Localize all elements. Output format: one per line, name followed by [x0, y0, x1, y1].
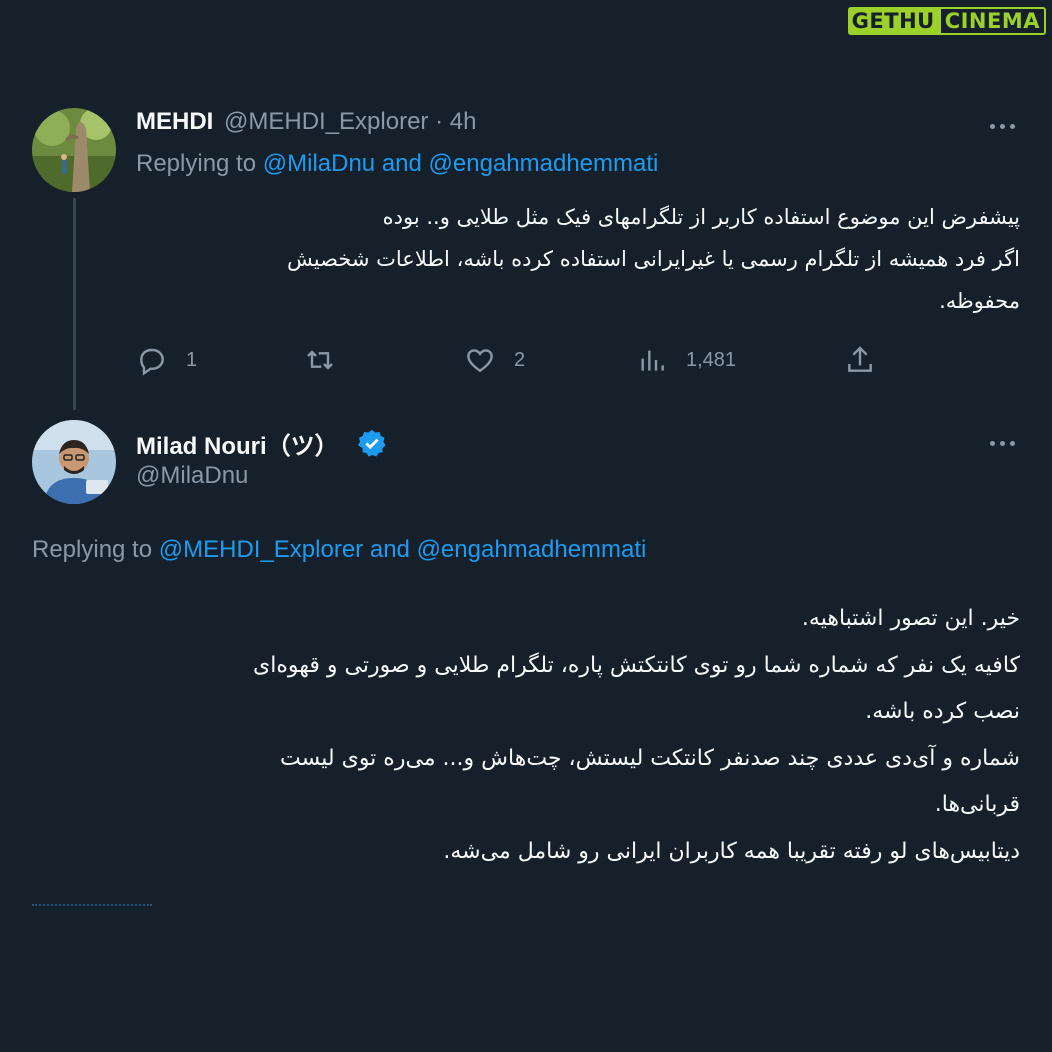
views-chart-icon	[641, 350, 664, 371]
share-icon	[848, 346, 872, 372]
like-button[interactable]: 2	[464, 344, 525, 376]
replying-to: Replying to @MilaDnu and @engahmadhemmat…	[136, 150, 659, 177]
avatar[interactable]	[32, 108, 116, 192]
retweet-button[interactable]	[304, 344, 354, 376]
views-button[interactable]: 1,481	[636, 344, 736, 376]
author-name[interactable]: MEHDI	[136, 108, 213, 136]
tweet-thread: GETHU CINEMA MEHDI @MEHDI_Explorer · 4h R…	[0, 0, 1052, 1052]
watermark-logo: GETHU CINEMA	[847, 6, 1046, 36]
more-options-icon[interactable]	[990, 124, 1015, 129]
reply-button[interactable]: 1	[136, 344, 197, 376]
mention-link[interactable]: @engahmadhemmati	[429, 150, 659, 177]
reply-icon	[140, 348, 164, 376]
heart-icon	[467, 349, 493, 373]
retweet-icon	[307, 350, 333, 370]
tweet-text: خیر. این تصور اشتباهیه. کافیه یک نفر که …	[253, 606, 1020, 864]
tweet-actions: 1 2 1,481	[136, 344, 896, 384]
share-button[interactable]	[844, 344, 876, 376]
mention-link[interactable]: @MilaDnu	[263, 150, 375, 177]
author-handle[interactable]: @MilaDnu	[136, 462, 248, 490]
verified-badge-icon	[357, 428, 387, 458]
replying-to: Replying to @MEHDI_Explorer and @engahma…	[32, 536, 647, 563]
thread-connector	[73, 198, 76, 410]
truncated-link	[32, 904, 152, 910]
avatar[interactable]	[32, 420, 116, 504]
more-options-icon[interactable]	[990, 441, 1015, 446]
tweet-text: پیشفرض این موضوع استفاده کاربر از تلگرام…	[286, 205, 1020, 313]
mention-link[interactable]: @MEHDI_Explorer	[159, 536, 363, 563]
timestamp[interactable]: · 4h	[435, 108, 476, 135]
mention-link[interactable]: @engahmadhemmati	[417, 536, 647, 563]
author-name[interactable]: Milad Nouri（ツ）	[136, 426, 339, 461]
author-handle[interactable]: @MEHDI_Explorer · 4h	[224, 108, 476, 136]
